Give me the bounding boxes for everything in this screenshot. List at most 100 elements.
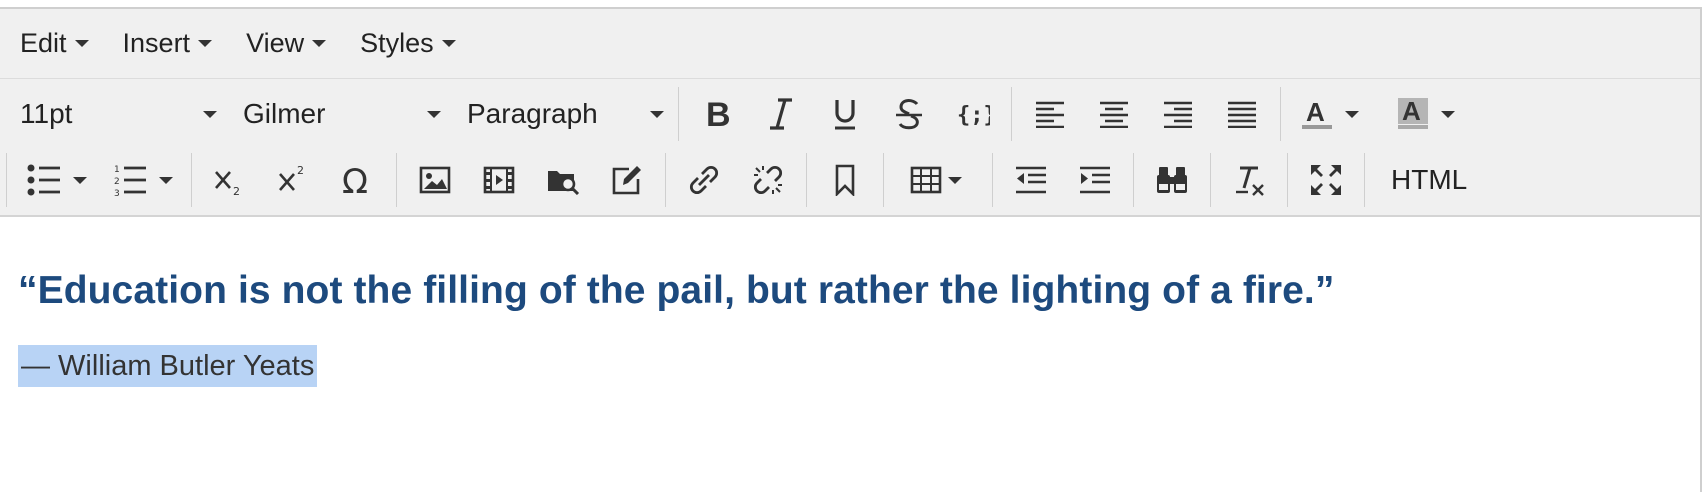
separator [992,153,993,207]
chevron-down-icon[interactable] [948,176,962,184]
separator [665,153,666,207]
subscript-button[interactable]: 2 [198,152,262,208]
chevron-down-icon[interactable] [1345,110,1359,118]
svg-text:1: 1 [114,165,120,175]
font-family-select[interactable]: Gilmer [225,89,449,139]
align-right-button[interactable] [1146,86,1210,142]
align-center-icon [1100,101,1128,128]
film-icon [483,166,515,194]
file-browser-button[interactable] [531,152,595,208]
chevron-down-icon [312,40,327,47]
outdent-icon [1016,166,1046,194]
special-character-button[interactable]: Ω [326,152,390,208]
edit-icon [612,166,641,195]
toolbar-row-2: 1 2 3 2 2 Ω HTML [0,147,1487,213]
unlink-icon [753,165,783,195]
fullscreen-icon [1311,165,1341,195]
separator [1133,153,1134,207]
svg-text:3: 3 [114,189,120,196]
bookmark-button[interactable] [813,152,877,208]
separator [191,153,192,207]
svg-text:A: A [1306,97,1325,127]
menu-view-label: View [246,28,305,58]
menu-view[interactable]: View [246,28,327,59]
insert-link-button[interactable] [672,152,736,208]
chevron-down-icon [427,110,441,118]
bullet-list-button[interactable] [13,152,99,208]
align-justify-button[interactable] [1210,86,1274,142]
separator [1364,153,1365,207]
outdent-button[interactable] [999,152,1063,208]
html-source-button[interactable]: HTML [1371,152,1487,208]
svg-text:2: 2 [114,177,120,187]
chevron-down-icon[interactable] [73,176,87,184]
clear-formatting-icon [1236,166,1264,196]
superscript-button[interactable]: 2 [262,152,326,208]
underline-icon [835,100,855,130]
svg-text:A: A [1402,97,1421,126]
menu-edit[interactable]: Edit [20,28,89,59]
image-icon [419,166,451,194]
clear-formatting-button[interactable] [1217,152,1281,208]
chevron-down-icon [650,110,664,118]
unlink-button[interactable] [736,152,800,208]
code-braces-icon: {;} [957,103,990,128]
bookmark-icon [835,164,855,196]
binoculars-icon [1157,167,1187,193]
svg-text:2: 2 [297,164,304,177]
quote-author-selected[interactable]: — William Butler Yeats [18,345,318,387]
svg-text:2: 2 [233,185,240,196]
menu-insert-label: Insert [122,28,191,58]
separator [396,153,397,207]
separator [1280,87,1281,141]
menu-styles[interactable]: Styles [360,28,456,59]
font-family-value: Gilmer [243,98,326,129]
subscript-icon: 2 [215,171,240,196]
font-size-select[interactable]: 11pt [0,89,225,139]
chevron-down-icon [74,40,89,47]
table-button[interactable] [890,152,986,208]
separator [1287,153,1288,207]
edit-image-button[interactable] [595,152,659,208]
numbered-list-button[interactable]: 1 2 3 [99,152,185,208]
indent-button[interactable] [1063,152,1127,208]
folder-search-icon [548,171,580,195]
separator [1011,87,1012,141]
code-sample-button[interactable]: {;} [941,86,1005,142]
strikethrough-button[interactable] [877,86,941,142]
search-replace-button[interactable] [1140,152,1204,208]
bold-button[interactable]: B [685,86,749,142]
insert-image-button[interactable] [403,152,467,208]
fullscreen-button[interactable] [1294,152,1358,208]
align-left-icon [1036,101,1064,128]
separator [883,153,884,207]
font-size-value: 11pt [20,98,73,129]
menu-insert[interactable]: Insert [123,28,213,59]
table-icon [910,166,942,194]
italic-button[interactable] [749,86,813,142]
text-color-button[interactable]: A [1287,86,1383,142]
menu-styles-label: Styles [360,28,434,58]
align-center-button[interactable] [1082,86,1146,142]
align-left-button[interactable] [1018,86,1082,142]
align-right-icon [1164,101,1192,128]
underline-button[interactable] [813,86,877,142]
chevron-down-icon [441,40,456,47]
menubar: Edit Insert View Styles [0,9,1700,79]
html-source-label: HTML [1391,164,1468,195]
numbered-list-icon: 1 2 3 [114,165,146,196]
quote-heading[interactable]: “Education is not the filling of the pai… [18,269,1334,313]
insert-media-button[interactable] [467,152,531,208]
chevron-down-icon[interactable] [159,176,173,184]
indent-icon [1080,166,1110,194]
block-format-select[interactable]: Paragraph [449,89,672,139]
toolbar-row-1: 11pt Gilmer Paragraph B {;} [0,81,1479,147]
separator [678,87,679,141]
highlight-color-button[interactable]: A [1383,86,1479,142]
chevron-down-icon[interactable] [1441,110,1455,118]
bold-icon: B [706,97,731,131]
svg-text:B: B [706,97,731,131]
superscript-icon: 2 [279,164,304,191]
chevron-down-icon [203,110,217,118]
menu-edit-label: Edit [20,28,67,58]
